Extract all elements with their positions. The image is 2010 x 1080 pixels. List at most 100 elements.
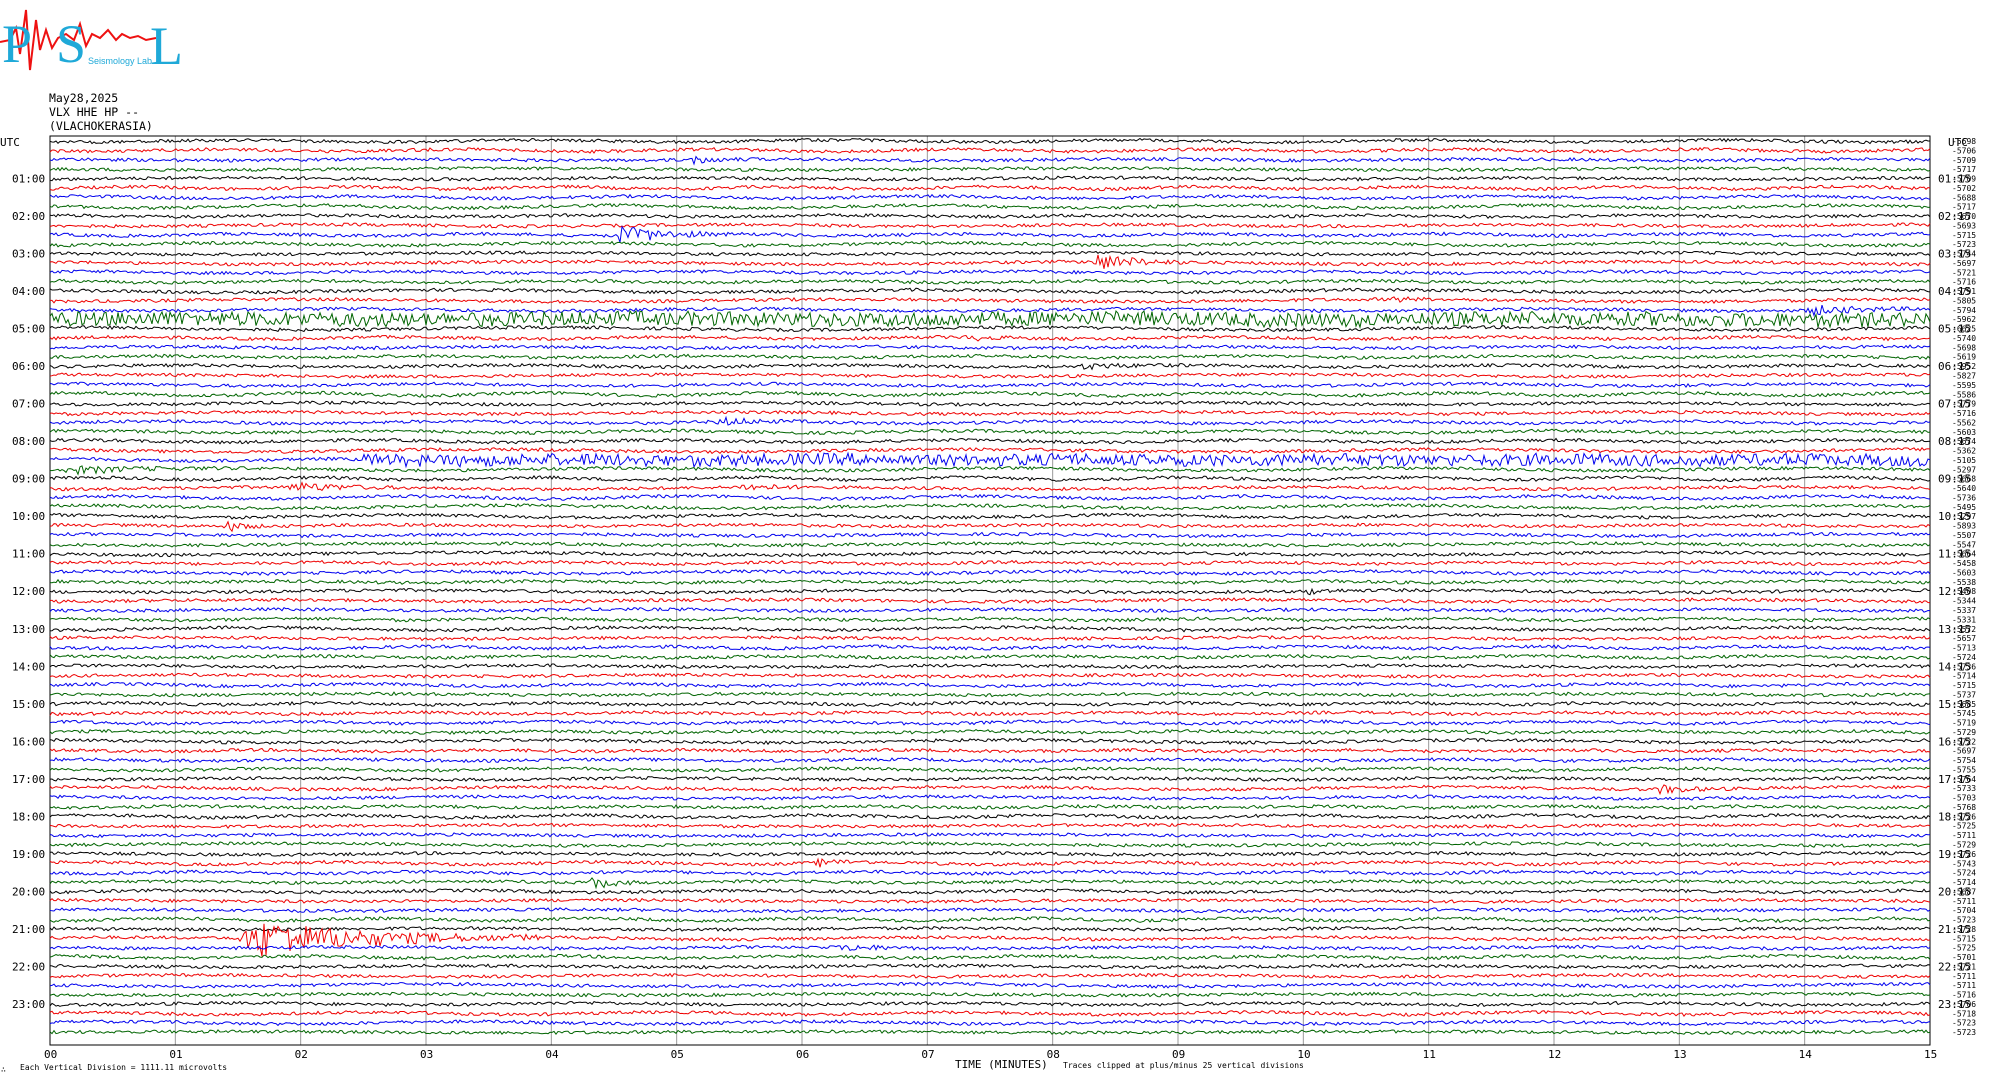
seismic-trace xyxy=(49,353,1931,360)
seismic-trace xyxy=(49,719,1931,726)
hour-label-left: 11:00 xyxy=(12,548,45,561)
hour-label-right: 12:15 xyxy=(1938,585,1971,598)
seismic-trace xyxy=(49,390,1931,398)
seismic-trace xyxy=(50,296,1931,304)
hour-label-left: 08:00 xyxy=(12,435,45,448)
hour-label-left: 12:00 xyxy=(12,585,45,598)
seismic-trace xyxy=(49,240,1931,248)
seismic-trace xyxy=(49,225,1931,243)
seismic-trace xyxy=(49,541,1931,548)
x-tick-label: 00 xyxy=(44,1048,57,1061)
hour-label-right: 13:15 xyxy=(1938,623,1971,636)
trace-offset-label: -5715 xyxy=(1952,681,1976,690)
hour-label-right: 04:15 xyxy=(1938,285,1971,298)
hour-label-right: 17:15 xyxy=(1938,773,1971,786)
seismic-trace xyxy=(49,832,1930,839)
seismic-trace xyxy=(49,409,1931,417)
seismic-trace xyxy=(49,137,1930,145)
trace-offset-label: -5724 xyxy=(1952,869,1976,878)
hour-label-left: 01:00 xyxy=(12,173,45,186)
hour-label-right: 18:15 xyxy=(1938,810,1971,823)
hour-label-left: 23:00 xyxy=(12,998,45,1011)
seismic-trace xyxy=(49,372,1931,379)
seismic-trace xyxy=(49,597,1931,604)
hour-label-left: 04:00 xyxy=(12,285,45,298)
hour-label-left: 14:00 xyxy=(12,660,45,673)
seismic-trace xyxy=(49,381,1931,388)
seismic-trace xyxy=(49,944,1931,952)
seismic-trace xyxy=(49,344,1931,351)
seismic-trace xyxy=(49,981,1931,989)
hour-label-left: 05:00 xyxy=(12,323,45,336)
seismic-trace xyxy=(49,756,1931,764)
seismic-trace xyxy=(49,415,1931,426)
trace-offset-label: -5719 xyxy=(1952,719,1976,728)
seismic-trace xyxy=(49,309,1931,330)
hour-label-right: 02:15 xyxy=(1938,210,1971,223)
trace-offset-label: -5713 xyxy=(1952,644,1976,653)
seismic-trace xyxy=(49,625,1931,633)
x-tick-label: 01 xyxy=(169,1048,182,1061)
x-tick-label: 15 xyxy=(1924,1048,1937,1061)
hour-label-left: 02:00 xyxy=(12,210,45,223)
seismic-trace xyxy=(49,250,1931,257)
hour-label-right: 10:15 xyxy=(1938,510,1971,523)
seismic-trace xyxy=(49,737,1931,746)
seismic-trace xyxy=(49,325,1931,333)
seismic-trace xyxy=(49,775,1931,782)
seismic-trace xyxy=(49,334,1931,342)
seismic-trace xyxy=(49,520,1931,533)
seismic-trace xyxy=(49,681,1931,689)
seismic-trace xyxy=(49,587,1931,596)
seismic-trace xyxy=(49,222,1931,229)
seismic-trace xyxy=(49,653,1931,661)
seismic-trace xyxy=(49,287,1931,295)
seismic-trace xyxy=(49,728,1931,735)
hour-label-left: 03:00 xyxy=(12,248,45,261)
hour-label-right: 03:15 xyxy=(1938,248,1971,261)
trace-offset-label: -5794 xyxy=(1952,306,1976,315)
x-axis-label: TIME (MINUTES) xyxy=(955,1058,1048,1071)
trace-offset-label: -5725 xyxy=(1952,944,1976,953)
hour-label-right: 19:15 xyxy=(1938,848,1971,861)
trace-offset-label: -5105 xyxy=(1952,456,1976,465)
seismic-trace xyxy=(49,963,1931,970)
hour-label-left: 06:00 xyxy=(12,360,45,373)
utc-label-right: UTC xyxy=(1948,136,1968,149)
trace-offset-label: -5723 xyxy=(1952,1028,1976,1037)
seismic-trace xyxy=(49,812,1931,820)
seismic-trace xyxy=(49,747,1931,754)
seismic-trace xyxy=(49,278,1931,285)
seismic-trace xyxy=(49,803,1931,810)
hour-label-right: 14:15 xyxy=(1938,660,1971,673)
x-tick-label: 02 xyxy=(295,1048,308,1061)
seismic-trace xyxy=(49,784,1931,796)
x-tick-label: 09 xyxy=(1172,1048,1185,1061)
trace-offset-label: -5723 xyxy=(1952,1019,1976,1028)
trace-offset-label: -5754 xyxy=(1952,756,1976,765)
seismic-trace xyxy=(49,869,1931,876)
hour-label-right: 20:15 xyxy=(1938,885,1971,898)
seismic-trace xyxy=(49,663,1931,670)
hour-label-left: 15:00 xyxy=(12,698,45,711)
seismic-trace xyxy=(49,972,1931,979)
seismic-trace xyxy=(49,559,1931,567)
seismic-trace xyxy=(49,606,1931,613)
hour-label-left: 16:00 xyxy=(12,735,45,748)
trace-group xyxy=(49,137,1931,1036)
x-tick-label: 05 xyxy=(671,1048,684,1061)
division-note: Each Vertical Division = 1111.11 microvo… xyxy=(20,1063,227,1072)
seismic-trace xyxy=(49,1019,1931,1027)
seismic-trace xyxy=(49,428,1931,436)
clip-note: Traces clipped at plus/minus 25 vertical… xyxy=(1063,1061,1304,1070)
seismic-trace xyxy=(49,550,1931,558)
trace-offset-label: -5595 xyxy=(1952,381,1976,390)
hour-label-left: 19:00 xyxy=(12,848,45,861)
seismic-trace xyxy=(49,568,1931,576)
seismic-trace xyxy=(49,841,1931,848)
hour-label-right: 05:15 xyxy=(1938,323,1971,336)
hour-label-left: 13:00 xyxy=(12,623,45,636)
seismic-trace xyxy=(49,155,1931,166)
seismic-trace xyxy=(49,465,1931,476)
hour-label-right: 22:15 xyxy=(1938,960,1971,973)
